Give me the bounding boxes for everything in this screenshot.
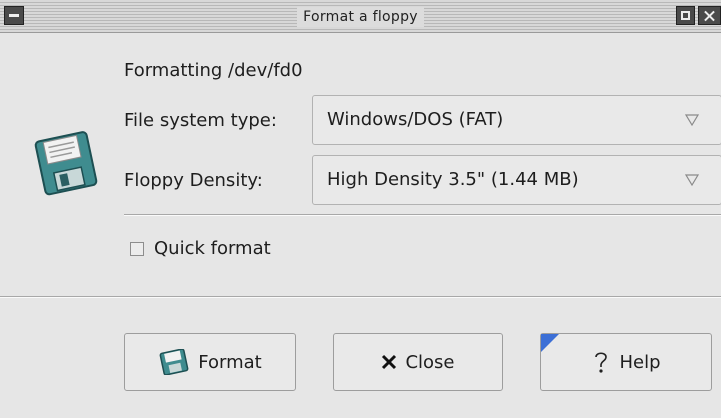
quick-format-label: Quick format	[154, 238, 271, 259]
help-button-accent	[541, 334, 559, 352]
close-button-label: Close	[405, 351, 455, 373]
floppy-disk-icon	[34, 131, 98, 196]
quick-format-checkbox[interactable]	[130, 242, 144, 256]
question-mark-icon	[595, 352, 608, 373]
filesystem-label: File system type:	[124, 110, 277, 131]
window-title-wrap: Format a floppy	[0, 6, 721, 27]
window-title: Format a floppy	[297, 7, 424, 27]
filesystem-select[interactable]: Windows/DOS (FAT)	[312, 95, 721, 145]
format-button[interactable]: Format	[124, 333, 296, 391]
format-button-label: Format	[198, 351, 262, 373]
floppy-disk-icon	[159, 349, 189, 375]
density-select[interactable]: High Density 3.5" (1.44 MB)	[312, 155, 721, 205]
window-titlebar[interactable]: Format a floppy	[0, 0, 721, 33]
maximize-button[interactable]	[676, 6, 695, 25]
close-window-button[interactable]	[698, 6, 721, 25]
density-label: Floppy Density:	[124, 170, 263, 191]
button-area-separator	[0, 296, 721, 298]
triangle-down-icon	[685, 114, 699, 126]
triangle-down-icon	[685, 174, 699, 186]
close-button[interactable]: Close	[333, 333, 503, 391]
formatting-status-text: Formatting /dev/fd0	[124, 60, 303, 81]
close-x-icon	[382, 354, 397, 370]
filesystem-select-value: Windows/DOS (FAT)	[327, 109, 504, 130]
help-button-label: Help	[619, 351, 661, 373]
help-button[interactable]: Help	[540, 333, 712, 391]
density-select-value: High Density 3.5" (1.44 MB)	[327, 169, 579, 190]
form-separator	[124, 214, 721, 216]
